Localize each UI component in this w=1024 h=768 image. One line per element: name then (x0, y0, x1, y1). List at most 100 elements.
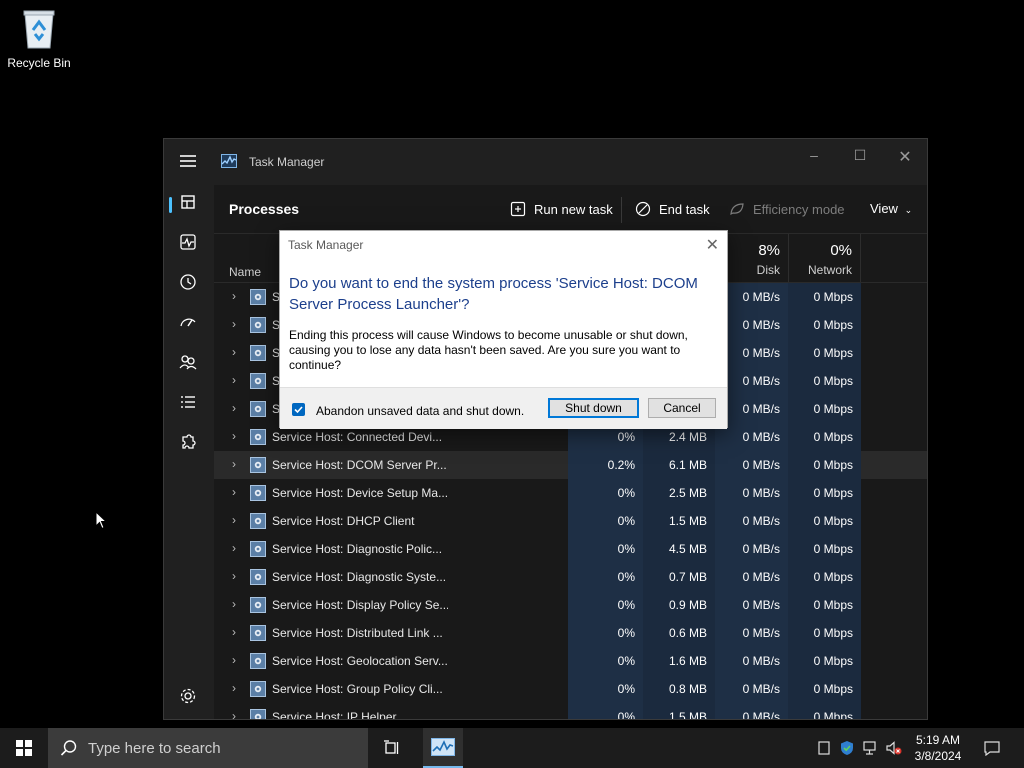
search-box[interactable]: Type here to search (48, 728, 368, 768)
settings-nav-icon[interactable] (177, 685, 199, 707)
network-icon[interactable] (862, 740, 878, 756)
details-nav-icon[interactable] (177, 391, 199, 413)
maximize-button[interactable]: ☐ (837, 147, 883, 164)
process-row[interactable]: › Service Host: DHCP Client 0% 1.5 MB 0 MB/s… (214, 507, 927, 535)
recycle-bin-label: Recycle Bin (7, 56, 71, 70)
view-label: View (870, 201, 898, 216)
disk-value: 0 MB/s (715, 479, 788, 507)
service-host-icon (250, 569, 266, 585)
process-name: Service Host: Diagnostic Syste... (272, 570, 447, 584)
efficiency-mode-button[interactable]: Efficiency mode (729, 201, 845, 217)
chevron-right-icon[interactable]: › (232, 289, 236, 303)
run-new-task-button[interactable]: Run new task (510, 201, 613, 217)
toolbar-divider (621, 197, 622, 223)
cpu-value: 0% (568, 479, 643, 507)
chevron-right-icon[interactable]: › (232, 429, 236, 443)
network-value: 0 Mbps (788, 311, 861, 339)
end-task-button[interactable]: End task (635, 201, 710, 217)
network-value: 0 Mbps (788, 423, 861, 451)
network-value: 0 Mbps (788, 591, 861, 619)
chevron-right-icon[interactable]: › (232, 373, 236, 387)
checkmark-icon (294, 406, 303, 414)
memory-value: 0.7 MB (643, 563, 715, 591)
service-host-icon (250, 709, 266, 719)
minimize-button[interactable]: – (791, 147, 837, 163)
process-row[interactable]: › Service Host: Group Policy Cli... 0% 0.8 … (214, 675, 927, 703)
process-row[interactable]: › Service Host: DCOM Server Pr... 0.2% 6.1 … (214, 451, 927, 479)
memory-value: 0.9 MB (643, 591, 715, 619)
service-host-icon (250, 289, 266, 305)
abandon-data-label[interactable]: Abandon unsaved data and shut down. (316, 404, 524, 418)
shut-down-button[interactable]: Shut down (548, 398, 639, 418)
startup-apps-nav-icon[interactable] (177, 311, 199, 333)
network-value: 0 Mbps (788, 535, 861, 563)
disk-value: 0 MB/s (715, 451, 788, 479)
processes-nav-icon[interactable] (177, 191, 199, 213)
process-row[interactable]: › Service Host: Distributed Link ... 0% 0.6… (214, 619, 927, 647)
process-row[interactable]: › Service Host: Diagnostic Syste... 0% 0.7 … (214, 563, 927, 591)
disk-value: 0 MB/s (715, 535, 788, 563)
users-nav-icon[interactable] (177, 351, 199, 373)
cancel-button[interactable]: Cancel (648, 398, 716, 418)
chevron-right-icon[interactable]: › (232, 709, 236, 719)
security-shield-icon[interactable] (839, 740, 855, 756)
chevron-right-icon[interactable]: › (232, 569, 236, 583)
app-history-nav-icon[interactable] (177, 271, 199, 293)
chevron-right-icon[interactable]: › (232, 681, 236, 695)
notification-icon[interactable] (983, 740, 1000, 757)
process-row[interactable]: › Service Host: IP Helper 0% 1.5 MB 0 MB/s 0 … (214, 703, 927, 719)
title-bar[interactable]: Task Manager – ☐ ✕ (164, 139, 927, 185)
clock[interactable]: 5:19 AM 3/8/2024 (905, 732, 971, 764)
chevron-right-icon[interactable]: › (232, 345, 236, 359)
network-value: 0 Mbps (788, 675, 861, 703)
chevron-right-icon[interactable]: › (232, 457, 236, 471)
recycle-bin-icon (22, 8, 56, 50)
service-host-icon (250, 401, 266, 417)
cpu-value: 0% (568, 507, 643, 535)
cpu-value: 0% (568, 675, 643, 703)
start-windows-icon[interactable] (16, 740, 32, 756)
leaf-icon (729, 201, 745, 217)
network-value: 0 Mbps (788, 619, 861, 647)
efficiency-mode-label: Efficiency mode (753, 202, 845, 217)
close-button[interactable]: ✕ (882, 147, 927, 167)
taskbar: Type here to search 5:19 AM 3/8/2024 (0, 728, 1024, 768)
memory-value: 2.5 MB (643, 479, 715, 507)
process-row[interactable]: › Service Host: Device Setup Ma... 0% 2.5 M… (214, 479, 927, 507)
network-column-header[interactable]: 0% Network (788, 234, 861, 282)
hamburger-menu-icon[interactable] (180, 155, 196, 169)
disk-value: 0 MB/s (715, 591, 788, 619)
chevron-right-icon[interactable]: › (232, 317, 236, 331)
service-host-icon (250, 653, 266, 669)
process-row[interactable]: › Service Host: Diagnostic Polic... 0% 4.5 … (214, 535, 927, 563)
chevron-right-icon[interactable]: › (232, 541, 236, 555)
chevron-right-icon[interactable]: › (232, 401, 236, 415)
chevron-right-icon[interactable]: › (232, 485, 236, 499)
process-row[interactable]: › Service Host: Display Policy Se... 0% 0.9… (214, 591, 927, 619)
tablet-icon[interactable] (816, 740, 832, 756)
service-host-icon (250, 457, 266, 473)
view-menu-button[interactable]: View ⌄ (870, 201, 912, 216)
performance-nav-icon[interactable] (177, 231, 199, 253)
task-manager-taskbar-button[interactable] (423, 728, 463, 768)
dialog-title: Task Manager (288, 238, 364, 252)
process-row[interactable]: › Service Host: Geolocation Serv... 0% 1.6 … (214, 647, 927, 675)
memory-value: 6.1 MB (643, 451, 715, 479)
chevron-right-icon[interactable]: › (232, 653, 236, 667)
dialog-footer: Abandon unsaved data and shut down. Shut… (280, 387, 727, 429)
chevron-right-icon[interactable]: › (232, 625, 236, 639)
name-column-header[interactable]: Name (229, 265, 261, 279)
abandon-data-checkbox[interactable] (292, 403, 305, 416)
chevron-right-icon[interactable]: › (232, 597, 236, 611)
network-value: 0 Mbps (788, 395, 861, 423)
memory-value: 1.5 MB (643, 507, 715, 535)
volume-muted-icon[interactable] (885, 740, 902, 756)
task-view-icon[interactable] (383, 739, 401, 757)
memory-value: 1.6 MB (643, 647, 715, 675)
process-name: Service Host: Group Policy Cli... (272, 682, 443, 696)
chevron-right-icon[interactable]: › (232, 513, 236, 527)
dialog-close-icon[interactable]: ✕ (706, 235, 719, 255)
recycle-bin-shortcut[interactable]: Recycle Bin (6, 8, 72, 70)
command-bar: Processes Run new task End task Efficien… (214, 185, 927, 234)
services-nav-icon[interactable] (177, 431, 199, 453)
